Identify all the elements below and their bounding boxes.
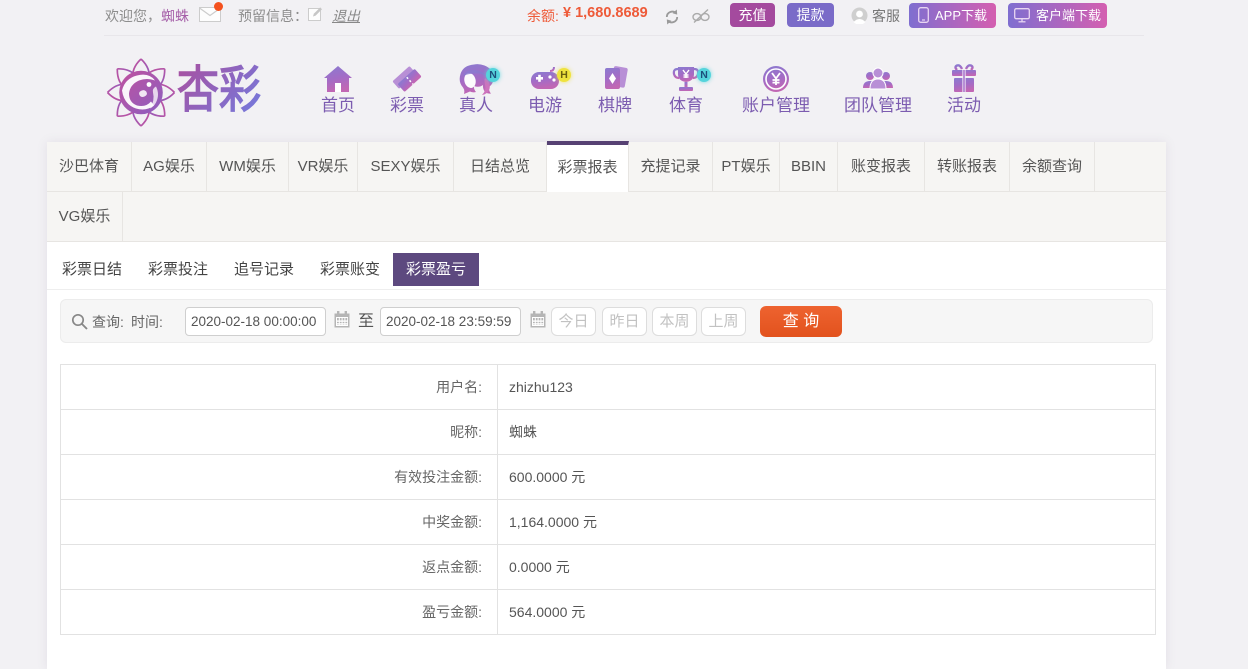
svg-text:杏彩: 杏彩: [177, 62, 261, 118]
